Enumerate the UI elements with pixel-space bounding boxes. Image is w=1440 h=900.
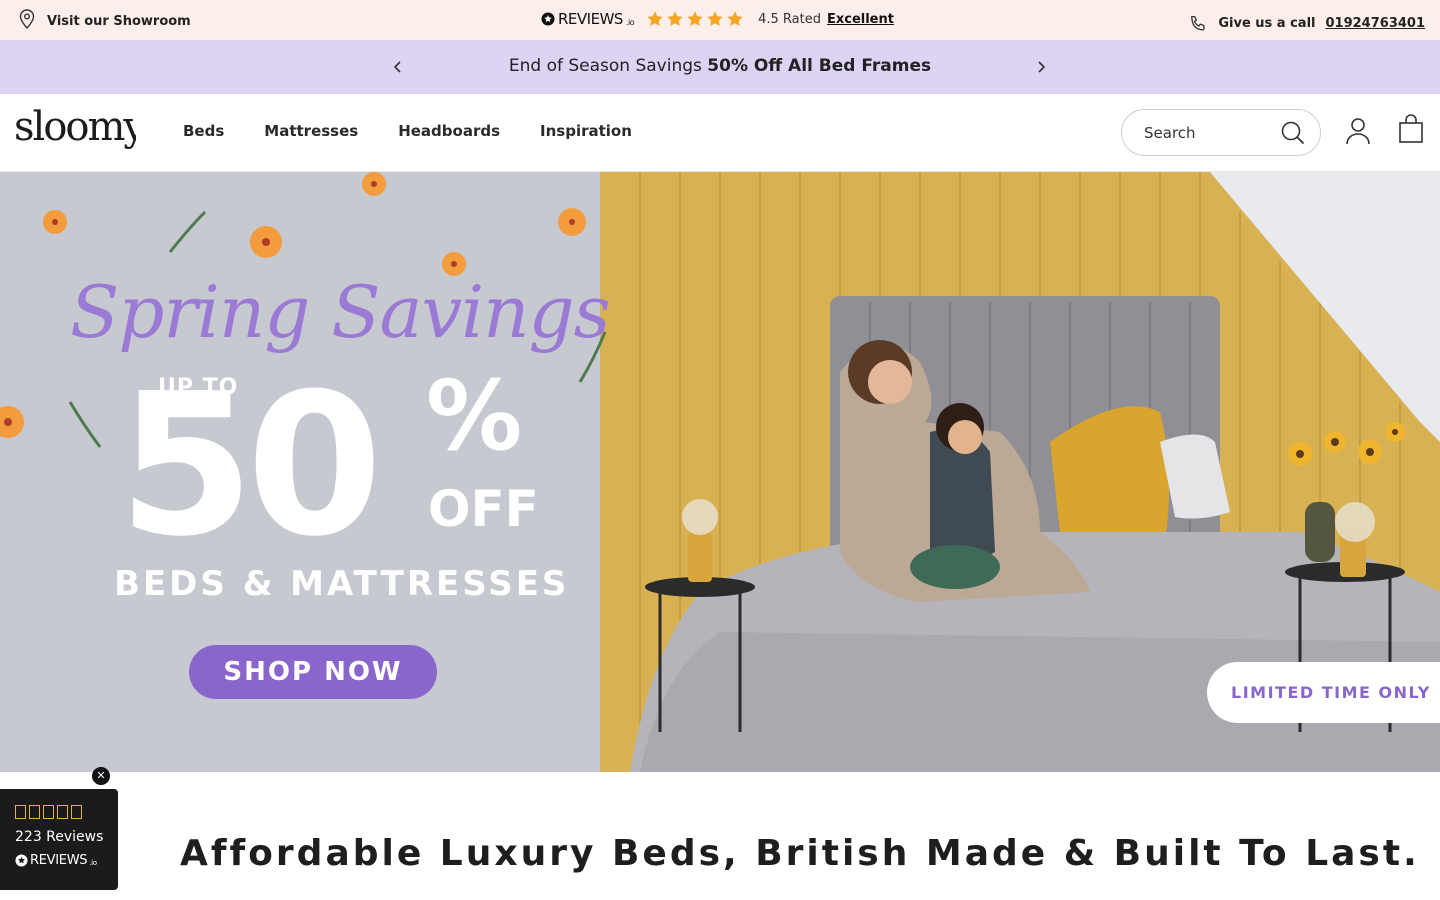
reviews-star-badge-icon [541,12,555,26]
star-icon [667,11,683,26]
main-nav: Beds Mattresses Headboards Inspiration [183,122,632,140]
star-icon [687,11,703,26]
star-outline-icon [15,805,26,819]
reviews-floating-widget[interactable]: 223 Reviews REVIEWS .io [0,789,118,890]
hero-up-to: UP TO [158,375,239,400]
reviews-star-badge-icon [15,854,28,867]
widget-brand-suffix: .io [89,859,97,867]
hero-off: OFF [428,480,539,538]
call-label: Give us a call [1218,15,1316,31]
star-outline-icon [29,805,40,819]
nav-item-mattresses[interactable]: Mattresses [264,122,358,140]
reviews-io-logo: REVIEWS .io [541,10,635,28]
shop-now-button[interactable]: SHOP NOW [189,645,437,699]
promo-highlight: 50% Off All Bed Frames [707,56,932,76]
star-outline-icon [71,805,82,819]
star-outline-icon [43,805,54,819]
reviews-brand-suffix: .io [625,17,635,27]
svg-text:sloomy: sloomy [14,106,136,150]
account-icon[interactable] [1344,116,1372,146]
star-icon [727,11,743,26]
top-utility-bar: Visit our Showroom REVIEWS .io 4.5 Rated … [0,0,1440,40]
promo-message[interactable]: End of Season Savings 50% Off All Bed Fr… [0,56,1440,76]
limited-time-badge: LIMITED TIME ONLY [1207,662,1440,723]
nav-item-beds[interactable]: Beds [183,122,224,140]
nav-item-inspiration[interactable]: Inspiration [540,122,632,140]
review-count: 223 Reviews [15,829,104,845]
search-input[interactable] [1144,123,1274,142]
star-icon [707,11,723,26]
rating-text: 4.5 Rated [758,11,821,27]
page-tagline: Affordable Luxury Beds, British Made & B… [180,833,1420,874]
promo-text: End of Season Savings [508,56,708,76]
reviews-widget-close-button[interactable]: ✕ [92,767,110,785]
hero-script-title: Spring Savings [70,270,611,354]
hero-big-number: 50 [118,352,383,580]
hero-banner[interactable]: Spring Savings 50 UP TO % OFF BEDS & MAT… [0,172,1440,772]
phone-number-link[interactable]: 01924763401 [1326,16,1426,31]
star-outline-icon [57,805,68,819]
call-us: Give us a call 01924763401 [1188,8,1425,38]
hero-percent: % [426,360,523,472]
showroom-label: Visit our Showroom [47,13,191,29]
visit-showroom-link[interactable]: Visit our Showroom [17,8,191,34]
widget-rating-stars [15,805,118,819]
phone-icon [1188,8,1208,38]
shopping-bag-icon[interactable] [1398,114,1424,144]
hero-subtitle: BEDS & MATTRESSES [114,564,570,604]
rating-excellent-link[interactable]: Excellent [827,12,894,27]
promo-announcement-bar: End of Season Savings 50% Off All Bed Fr… [0,40,1440,94]
nav-item-headboards[interactable]: Headboards [398,122,500,140]
search-box [1121,109,1321,156]
rating-stars [646,10,744,28]
chevron-right-icon [1038,61,1046,73]
promo-next-button[interactable] [1030,56,1052,78]
widget-brand-text: REVIEWS [30,853,88,868]
search-icon[interactable] [1280,120,1306,146]
location-pin-icon [17,8,37,34]
widget-reviews-io-logo: REVIEWS .io [15,853,118,868]
star-icon [647,11,663,26]
reviews-rating-strip[interactable]: REVIEWS .io 4.5 Rated Excellent [541,10,894,28]
sloomy-logo[interactable]: sloomy [14,106,136,156]
reviews-brand-text: REVIEWS [558,10,623,28]
site-header: sloomy Beds Mattresses Headboards Inspir… [0,94,1440,172]
